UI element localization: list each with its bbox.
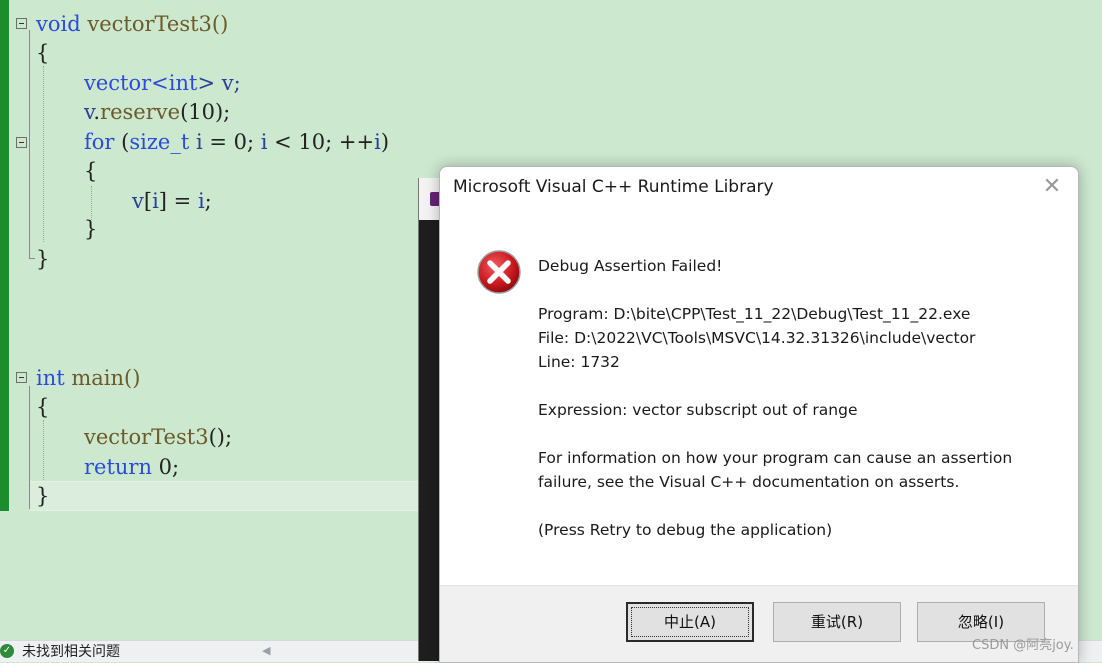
info-text-2: failure, see the Visual C++ documentatio… [538,473,960,491]
function-name: main() [64,366,141,390]
assertion-heading: Debug Assertion Failed! [538,257,723,275]
brace: } [84,217,98,241]
code-line-14[interactable]: } [36,481,49,511]
outline-end-vectortest3 [29,258,35,259]
keyword: int [36,366,65,390]
assertion-dialog: Microsoft Visual C++ Runtime Library ✕ D… [439,166,1079,663]
brace: } [36,484,50,508]
change-indicator-bar [0,0,9,511]
outline-line-for [29,148,30,224]
code-line-7[interactable]: v[i] = i; [132,186,212,216]
fold-toggle-vectortest3[interactable] [16,18,27,29]
identifier: v [84,100,94,124]
status-issues-text[interactable]: 未找到相关问题 [22,642,120,662]
code-line-13[interactable]: return 0; [84,452,179,482]
function-call: vectorTest3 [84,425,209,449]
indent-guide [43,420,44,486]
code-line-5[interactable]: for (size_t i = 0; i < 10; ++i) [84,127,389,157]
code-text: 0; [152,455,180,479]
code-line-6[interactable]: { [84,156,97,186]
watermark: CSDN @阿亮joy. [972,638,1074,653]
code-text: (); [208,425,233,449]
code-text: ) [380,130,390,154]
code-text: ( [114,130,130,154]
current-line-highlight [30,481,420,511]
code-line-4[interactable]: v.reserve(10); [84,97,230,127]
code-line-2[interactable]: { [36,38,49,68]
code-text: ] = [158,189,198,213]
program-path: Program: D:\bite\CPP\Test_11_22\Debug\Te… [538,305,971,323]
indent-guide [43,66,44,242]
identifier: i [195,130,203,154]
type-vector: vector< [84,71,169,95]
code-text: > v; [197,71,241,95]
identifier: i [374,130,381,154]
code-text: ; [204,189,212,213]
code-text: [ [143,189,153,213]
code-line-10[interactable]: int main() [36,363,140,393]
keyword: return [84,455,152,479]
function-name: vectorTest3() [80,12,229,36]
brace: } [36,247,50,271]
brace: { [36,41,50,65]
brace: { [36,395,50,419]
code-line-8[interactable]: } [84,214,97,244]
member-function: reserve [100,100,181,124]
dialog-title: Microsoft Visual C++ Runtime Library [453,177,774,197]
close-icon[interactable]: ✕ [1038,173,1066,201]
code-line-11[interactable]: { [36,392,49,422]
code-line-3[interactable]: vector<int> v; [84,68,241,98]
code-line-12[interactable]: vectorTest3(); [84,422,232,452]
brace: { [84,159,98,183]
retry-button[interactable]: 重试(R) [773,602,901,642]
keyword: void [36,12,81,36]
fold-toggle-main[interactable] [16,372,27,383]
abort-button[interactable]: 中止(A) [626,602,754,642]
info-text-1: For information on how your program can … [538,449,1013,467]
code-line-1[interactable]: void vectorTest3() [36,9,228,39]
identifier: i [197,189,205,213]
press-retry-hint: (Press Retry to debug the application) [538,521,833,539]
expression-text: Expression: vector subscript out of rang… [538,401,858,419]
line-number: Line: 1732 [538,353,620,371]
identifier: v [132,189,144,213]
code-text: < 10; ++ [267,130,375,154]
identifier: i [152,189,159,213]
check-circle-icon: ✓ [0,644,14,658]
keyword: int [168,71,198,95]
scroll-left-icon[interactable]: ◀ [262,643,270,659]
type-name: size_t [129,130,190,154]
error-x-icon [477,250,521,294]
keyword: for [84,130,115,154]
code-line-9[interactable]: } [36,244,49,274]
code-text: = 0; [202,130,261,154]
fold-toggle-for[interactable] [16,137,27,148]
code-text: (10); [180,100,231,124]
file-path: File: D:\2022\VC\Tools\MSVC\14.32.31326\… [538,329,976,347]
